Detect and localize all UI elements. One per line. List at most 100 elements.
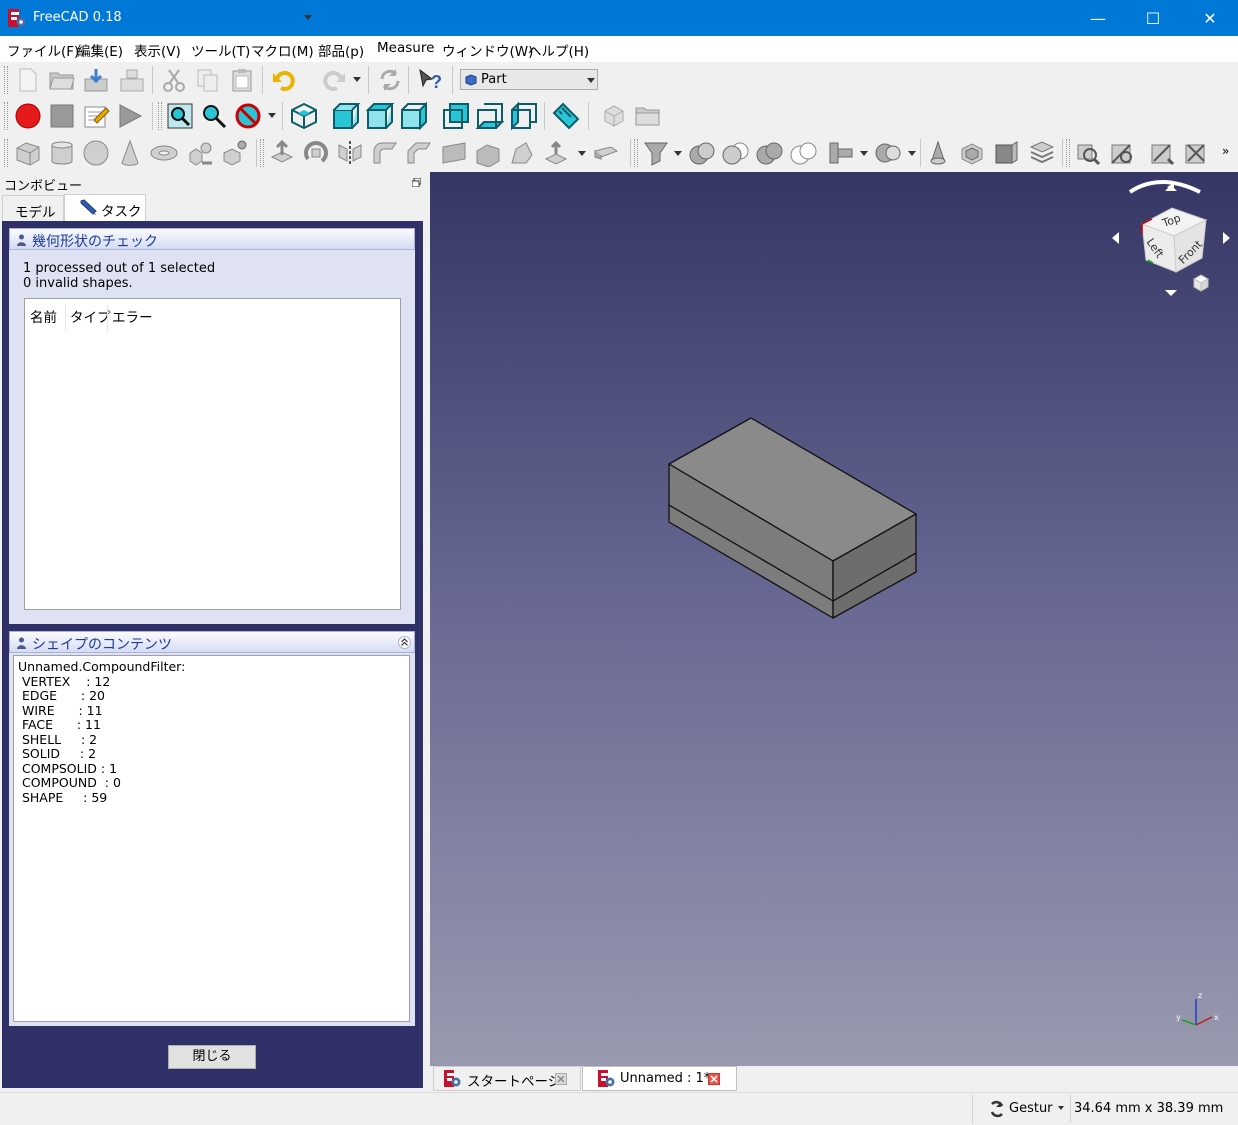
close-button[interactable]: 閉じる <box>168 1045 256 1069</box>
part-boolean-button[interactable] <box>686 137 718 169</box>
workbench-selector[interactable]: Part <box>460 69 598 90</box>
sweep-dropdown-arrow[interactable] <box>578 151 586 156</box>
part-cylinder-button[interactable] <box>46 137 78 169</box>
draw-style-button[interactable] <box>232 100 264 132</box>
column-header-error[interactable]: エラー <box>112 306 153 326</box>
macro-record-button[interactable] <box>12 100 44 132</box>
open-button[interactable] <box>46 64 78 96</box>
measure-distance-button[interactable] <box>550 100 582 132</box>
part-compound-tools-button[interactable] <box>640 137 672 169</box>
part-box-button[interactable] <box>12 137 44 169</box>
part-mirror-button[interactable] <box>334 137 366 169</box>
navigation-style-button[interactable]: Gestur <box>986 1098 1068 1120</box>
part-make-face-button[interactable] <box>438 137 470 169</box>
paste-button[interactable] <box>226 64 258 96</box>
tab-tasks[interactable]: タスク <box>64 194 146 221</box>
fit-selection-button[interactable] <box>198 100 230 132</box>
copy-button[interactable] <box>192 64 224 96</box>
menu-tools[interactable]: ツール(T) <box>191 40 250 60</box>
undo-button[interactable] <box>268 64 300 96</box>
tab-close-icon[interactable] <box>555 1073 567 1085</box>
save-as-button[interactable] <box>116 64 148 96</box>
part-common-button[interactable] <box>788 137 820 169</box>
fit-all-button[interactable] <box>164 100 196 132</box>
menu-help[interactable]: ヘルプ(H) <box>528 40 589 60</box>
tab-close-icon[interactable] <box>708 1073 720 1085</box>
menu-file[interactable]: ファイル(F) <box>7 40 79 60</box>
nav-right-arrow-icon[interactable] <box>1223 232 1230 244</box>
view-left-button[interactable] <box>508 100 540 132</box>
navigation-cube[interactable]: Top Front Left <box>1112 180 1230 296</box>
refresh-button[interactable] <box>374 64 406 96</box>
tab-model[interactable]: モデル <box>2 195 64 221</box>
nav-left-arrow-icon[interactable] <box>1112 232 1119 244</box>
shape-content-text[interactable]: Unnamed.CompoundFilter: VERTEX : 12 EDGE… <box>13 655 410 1022</box>
float-dock-icon[interactable] <box>412 178 421 187</box>
split-dropdown-arrow[interactable] <box>908 151 916 156</box>
minimize-button[interactable]: — <box>1070 0 1126 36</box>
compound-dropdown-arrow[interactable] <box>674 151 682 156</box>
part-sweep-button[interactable] <box>540 137 572 169</box>
draw-style-dropdown-arrow[interactable] <box>268 113 276 118</box>
toolbar-overflow-button[interactable]: » <box>1222 144 1229 158</box>
nav-down-arrow-icon[interactable] <box>1165 290 1177 296</box>
view-front-button[interactable] <box>330 100 362 132</box>
part-offset-button[interactable] <box>956 137 988 169</box>
whats-this-button[interactable]: ? <box>414 64 446 96</box>
macro-edit-button[interactable] <box>80 100 112 132</box>
new-document-button[interactable] <box>12 64 44 96</box>
measure-linear-button[interactable] <box>1072 137 1104 169</box>
part-torus-button[interactable] <box>148 137 180 169</box>
part-split-button[interactable] <box>872 137 904 169</box>
view-isometric-button[interactable] <box>288 100 320 132</box>
macro-run-button[interactable] <box>114 100 146 132</box>
part-sphere-button[interactable] <box>80 137 112 169</box>
tab-start-page[interactable]: スタートページ <box>433 1066 581 1091</box>
column-header-name[interactable]: 名前 <box>30 306 57 326</box>
part-thickness-button[interactable] <box>922 137 954 169</box>
tab-unnamed-document[interactable]: Unnamed : 1* <box>582 1066 737 1091</box>
part-revolve-button[interactable] <box>300 137 332 169</box>
part-cut-button[interactable] <box>720 137 752 169</box>
compound-box-model[interactable] <box>668 417 917 619</box>
menu-window[interactable]: ウィンドウ(W) <box>442 40 533 60</box>
measure-clear-button[interactable] <box>1180 137 1212 169</box>
check-results-table[interactable]: 名前 タイプ エラー <box>24 298 401 610</box>
part-primitives-button[interactable] <box>184 137 216 169</box>
menu-edit[interactable]: 編集(E) <box>77 40 123 60</box>
part-chamfer-button[interactable] <box>402 137 434 169</box>
rotate-left-arrow-icon[interactable] <box>1128 180 1201 194</box>
measure-refresh-button[interactable] <box>1146 137 1178 169</box>
menu-part[interactable]: 部品(p) <box>318 40 364 60</box>
save-button[interactable] <box>80 64 112 96</box>
navcube-menu-cube-icon[interactable] <box>1192 274 1210 292</box>
nav-up-arrow-icon[interactable] <box>1165 185 1177 191</box>
part-section-button[interactable] <box>590 137 622 169</box>
measure-angular-button[interactable] <box>1106 137 1138 169</box>
part-cone-button[interactable] <box>114 137 146 169</box>
undo-dropdown-arrow[interactable] <box>304 15 312 20</box>
menu-macro[interactable]: マクロ(M) <box>251 40 314 60</box>
collapse-icon[interactable] <box>398 636 411 649</box>
view-rear-button[interactable] <box>440 100 472 132</box>
part-fillet-button[interactable] <box>368 137 400 169</box>
join-dropdown-arrow[interactable] <box>860 151 868 156</box>
part-shape-builder-button[interactable] <box>218 137 250 169</box>
view-top-button[interactable] <box>364 100 396 132</box>
create-part-button[interactable] <box>598 100 630 132</box>
part-layers-button[interactable] <box>1026 137 1058 169</box>
menu-view[interactable]: 表示(V) <box>134 40 181 60</box>
part-loft-button[interactable] <box>506 137 538 169</box>
part-join-button[interactable] <box>824 137 856 169</box>
part-ruled-surface-button[interactable] <box>472 137 504 169</box>
column-header-type[interactable]: タイプ <box>70 306 111 326</box>
cut-button[interactable] <box>158 64 190 96</box>
close-window-button[interactable]: ✕ <box>1182 0 1238 36</box>
redo-button[interactable] <box>318 64 350 96</box>
3d-scene[interactable]: Top Front Left z x y <box>430 172 1238 1066</box>
part-extrude-button[interactable] <box>266 137 298 169</box>
part-projection-button[interactable] <box>990 137 1022 169</box>
view-right-button[interactable] <box>398 100 430 132</box>
redo-dropdown-arrow[interactable] <box>353 77 361 82</box>
menu-measure[interactable]: Measure <box>377 40 434 56</box>
